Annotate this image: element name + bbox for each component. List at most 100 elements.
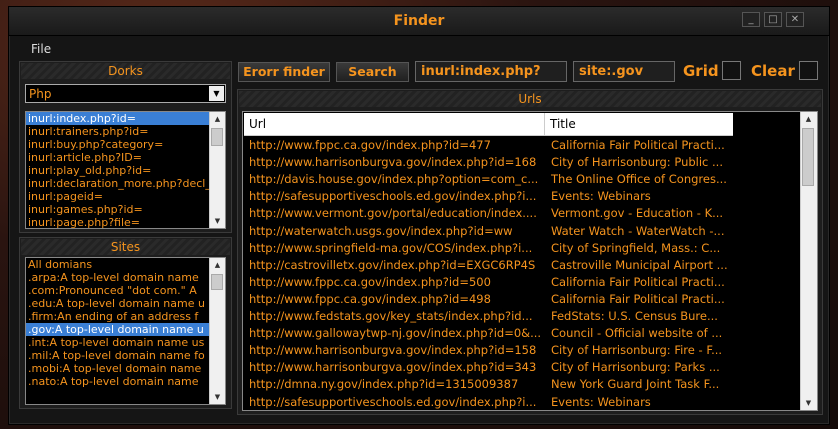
title-bar[interactable]: Finder _ □ ✕ bbox=[9, 7, 829, 36]
title-cell[interactable]: Council - Official website of ... bbox=[551, 325, 731, 342]
grid-header: Url Title bbox=[244, 113, 733, 136]
site-list-item[interactable]: .mobi:A top-level domain name bbox=[26, 362, 209, 375]
dork-list-item[interactable]: inurl:games.php?id= bbox=[26, 203, 209, 216]
url-cell[interactable]: http://www.fppc.ca.gov/index.php?id=498 bbox=[249, 291, 543, 308]
urls-grid[interactable]: Url Title ▲ ▼ http://www.fppc.ca.gov/ind… bbox=[242, 111, 818, 411]
table-row[interactable]: http://castrovilletx.gov/index.php?id=EX… bbox=[244, 257, 804, 274]
scroll-thumb[interactable] bbox=[211, 128, 223, 146]
title-cell[interactable]: FedStats: U.S. Census Bure... bbox=[551, 308, 731, 325]
menu-file[interactable]: File bbox=[31, 42, 51, 56]
url-cell[interactable]: http://dmna.ny.gov/index.php?id=13150093… bbox=[249, 376, 543, 393]
url-cell[interactable]: http://safesupportiveschools.ed.gov/inde… bbox=[249, 394, 543, 411]
site-list-item[interactable]: .edu:A top-level domain name u bbox=[26, 297, 209, 310]
dork-list-item[interactable]: inurl:declaration_more.php?decl_id= bbox=[26, 177, 209, 190]
title-cell[interactable]: City of Harrisonburg: Public ... bbox=[551, 154, 731, 171]
url-cell[interactable]: http://www.harrisonburgva.gov/index.php?… bbox=[249, 342, 543, 359]
title-cell[interactable]: City of Springfield, Mass.: C... bbox=[551, 240, 731, 257]
url-cell[interactable]: http://www.fedstats.gov/key_stats/index.… bbox=[249, 308, 543, 325]
clear-label: Clear bbox=[751, 62, 795, 80]
dork-list-item[interactable]: inurl:pageid= bbox=[26, 190, 209, 203]
dork-list-item[interactable]: inurl:index.php?id= bbox=[26, 112, 209, 125]
minimize-button[interactable]: _ bbox=[742, 12, 760, 27]
site-list[interactable]: All domians .arpa:A top-level domain name… bbox=[25, 257, 226, 405]
url-cell[interactable]: http://www.harrisonburgva.gov/index.php?… bbox=[249, 359, 543, 376]
title-cell[interactable]: City of Harrisonburg: Fire - F... bbox=[551, 342, 731, 359]
title-cell[interactable]: New York Guard Joint Task F... bbox=[551, 376, 731, 393]
dork-list-item[interactable]: inurl:play_old.php?id= bbox=[26, 164, 209, 177]
table-row[interactable]: http://www.harrisonburgva.gov/index.php?… bbox=[244, 359, 804, 376]
scroll-up-icon[interactable]: ▲ bbox=[210, 112, 225, 126]
url-cell[interactable]: http://www.gallowaytwp-nj.gov/index.php?… bbox=[249, 325, 543, 342]
chevron-down-icon[interactable]: ▼ bbox=[209, 86, 224, 101]
url-cell[interactable]: http://castrovilletx.gov/index.php?id=EX… bbox=[249, 257, 543, 274]
maximize-button[interactable]: □ bbox=[764, 12, 782, 27]
scroll-up-icon[interactable]: ▲ bbox=[801, 112, 816, 126]
title-cell[interactable]: California Fair Political Practi... bbox=[551, 274, 731, 291]
title-cell[interactable]: Castroville Municipal Airport ... bbox=[551, 257, 731, 274]
close-button[interactable]: ✕ bbox=[786, 12, 804, 27]
url-cell[interactable]: http://www.vermont.gov/portal/education/… bbox=[249, 205, 543, 222]
table-row[interactable]: http://www.fppc.ca.gov/index.php?id=500 C… bbox=[244, 274, 804, 291]
url-cell[interactable]: http://www.springfield-ma.gov/COS/index.… bbox=[249, 240, 543, 257]
scroll-down-icon[interactable]: ▼ bbox=[210, 214, 225, 228]
table-row[interactable]: http://www.harrisonburgva.gov/index.php?… bbox=[244, 154, 804, 171]
window-title: Finder bbox=[393, 13, 445, 29]
table-row[interactable]: http://www.springfield-ma.gov/COS/index.… bbox=[244, 240, 804, 257]
finder-window: Finder _ □ ✕ File Dorks Php ▼ inurl:inde… bbox=[8, 6, 830, 425]
url-cell[interactable]: http://www.fppc.ca.gov/index.php?id=500 bbox=[249, 274, 543, 291]
dork-list-item[interactable]: inurl:article.php?ID= bbox=[26, 151, 209, 164]
site-list-item[interactable]: .com:Pronounced "dot com." A bbox=[26, 284, 209, 297]
table-row[interactable]: http://safesupportiveschools.ed.gov/inde… bbox=[244, 188, 804, 205]
search-button[interactable]: Search bbox=[336, 62, 409, 82]
url-cell[interactable]: http://www.harrisonburgva.gov/index.php?… bbox=[249, 154, 543, 171]
url-cell[interactable]: http://waterwatch.usgs.gov/index.php?id=… bbox=[249, 223, 543, 240]
title-cell[interactable]: Events: Webinars bbox=[551, 394, 731, 411]
table-row[interactable]: http://www.fedstats.gov/key_stats/index.… bbox=[244, 308, 804, 325]
site-list-item[interactable]: .gov:A top-level domain name u bbox=[26, 323, 209, 336]
scroll-down-icon[interactable]: ▼ bbox=[210, 390, 225, 404]
url-cell[interactable]: http://www.fppc.ca.gov/index.php?id=477 bbox=[249, 137, 543, 154]
column-header-title[interactable]: Title bbox=[545, 113, 733, 135]
title-cell[interactable]: California Fair Political Practi... bbox=[551, 291, 731, 308]
table-row[interactable]: http://www.gallowaytwp-nj.gov/index.php?… bbox=[244, 325, 804, 342]
clear-checkbox[interactable] bbox=[799, 61, 818, 80]
dork-category-value: Php bbox=[29, 87, 52, 101]
scroll-up-icon[interactable]: ▲ bbox=[210, 258, 225, 272]
site-list-item[interactable]: All domians bbox=[26, 258, 209, 271]
table-row[interactable]: http://safesupportiveschools.ed.gov/inde… bbox=[244, 394, 804, 411]
dork-list-item[interactable]: inurl:trainers.php?id= bbox=[26, 125, 209, 138]
title-cell[interactable]: Events: Webinars bbox=[551, 188, 731, 205]
column-header-url[interactable]: Url bbox=[244, 113, 545, 135]
site-filter-input[interactable]: site:.gov bbox=[573, 61, 675, 82]
title-cell[interactable]: City of Harrisonburg: Parks ... bbox=[551, 359, 731, 376]
site-list-item[interactable]: .arpa:A top-level domain name bbox=[26, 271, 209, 284]
dork-list-item[interactable]: inurl:buy.php?category= bbox=[26, 138, 209, 151]
title-cell[interactable]: Vermont.gov - Education - K... bbox=[551, 205, 731, 222]
dork-list[interactable]: inurl:index.php?id= inurl:trainers.php?id… bbox=[25, 111, 226, 229]
dork-category-select[interactable]: Php ▼ bbox=[25, 84, 226, 103]
table-row[interactable]: http://davis.house.gov/index.php?option=… bbox=[244, 171, 804, 188]
url-cell[interactable]: http://davis.house.gov/index.php?option=… bbox=[249, 171, 543, 188]
table-row[interactable]: http://waterwatch.usgs.gov/index.php?id=… bbox=[244, 223, 804, 240]
site-list-scrollbar[interactable]: ▲ ▼ bbox=[209, 258, 225, 404]
title-cell[interactable]: California Fair Political Practi... bbox=[551, 137, 731, 154]
site-list-item[interactable]: .int:A top-level domain name us bbox=[26, 336, 209, 349]
url-cell[interactable]: http://safesupportiveschools.ed.gov/inde… bbox=[249, 188, 543, 205]
site-list-item[interactable]: .nato:A top-level domain name bbox=[26, 375, 209, 388]
grid-checkbox[interactable] bbox=[722, 61, 741, 80]
table-row[interactable]: http://www.harrisonburgva.gov/index.php?… bbox=[244, 342, 804, 359]
table-row[interactable]: http://www.fppc.ca.gov/index.php?id=477 C… bbox=[244, 137, 804, 154]
title-cell[interactable]: The Online Office of Congres... bbox=[551, 171, 731, 188]
site-list-item[interactable]: .mil:A top-level domain name fo bbox=[26, 349, 209, 362]
scroll-thumb[interactable] bbox=[211, 274, 223, 290]
dork-query-input[interactable]: inurl:index.php? bbox=[415, 61, 567, 82]
table-row[interactable]: http://dmna.ny.gov/index.php?id=13150093… bbox=[244, 376, 804, 393]
dorks-header: Dorks bbox=[21, 63, 230, 79]
table-row[interactable]: http://www.vermont.gov/portal/education/… bbox=[244, 205, 804, 222]
site-list-item[interactable]: .firm:An ending of an address f bbox=[26, 310, 209, 323]
table-row[interactable]: http://www.fppc.ca.gov/index.php?id=498 C… bbox=[244, 291, 804, 308]
dork-list-item[interactable]: inurl:page.php?file= bbox=[26, 216, 209, 228]
title-cell[interactable]: Water Watch - WaterWatch -... bbox=[551, 223, 731, 240]
dork-list-scrollbar[interactable]: ▲ ▼ bbox=[209, 112, 225, 228]
error-finder-button[interactable]: Erorr finder bbox=[238, 62, 330, 82]
